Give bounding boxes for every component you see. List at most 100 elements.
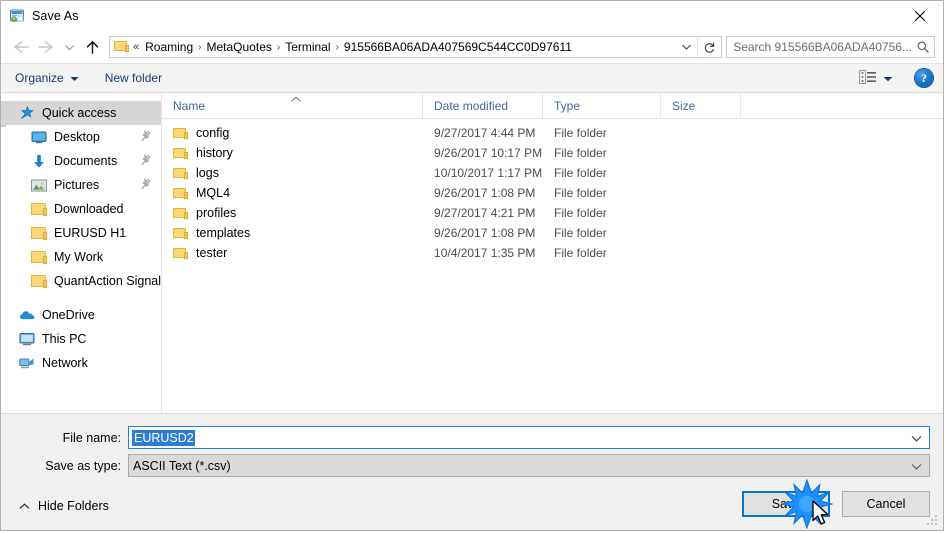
network-icon: [19, 355, 35, 371]
table-row[interactable]: MQL4 9/26/2017 1:08 PM File folder: [162, 183, 943, 203]
this-pc-icon: [19, 331, 35, 347]
sidebar-item-downloaded[interactable]: Downloaded: [1, 197, 161, 221]
file-type: File folder: [554, 246, 607, 260]
dialog-footer: File name: EURUSD2 Save as type: ASCII T…: [1, 413, 943, 530]
table-row[interactable]: profiles 9/27/2017 4:21 PM File folder: [162, 203, 943, 223]
column-label: Type: [554, 98, 581, 113]
forward-button[interactable]: [33, 34, 59, 60]
desktop-icon: [31, 129, 47, 145]
back-button[interactable]: [7, 34, 33, 60]
change-view-button[interactable]: [859, 69, 893, 87]
pin-icon[interactable]: [141, 130, 152, 145]
sidebar-label: Network: [42, 356, 88, 370]
column-header-type[interactable]: Type: [543, 93, 662, 118]
address-bar[interactable]: « Roaming › MetaQuotes › Terminal › 9155…: [109, 36, 723, 58]
file-name: history: [196, 146, 233, 160]
sidebar-item-quick-access[interactable]: Quick access: [1, 101, 162, 125]
column-header-row: Name Date modified Type Size: [162, 93, 943, 119]
new-folder-button[interactable]: New folder: [105, 71, 162, 85]
sidebar-label: This PC: [42, 332, 87, 346]
star-pin-icon: [19, 105, 35, 121]
pictures-icon: [31, 177, 47, 193]
sidebar-label: Desktop: [54, 130, 100, 144]
search-icon: [912, 40, 934, 54]
sidebar-item-pictures[interactable]: Pictures: [1, 173, 161, 197]
up-level-button[interactable]: [79, 34, 105, 60]
sidebar-item-documents[interactable]: Documents: [1, 149, 161, 173]
search-input[interactable]: Search 915566BA06ADA40756...: [727, 40, 912, 54]
cancel-button[interactable]: Cancel: [842, 491, 930, 517]
folder-icon: [173, 167, 189, 179]
breadcrumb-item-terminal[interactable]: Terminal: [281, 40, 334, 54]
hide-folders-label: Hide Folders: [38, 499, 109, 513]
sidebar-label: Quick access: [42, 106, 117, 120]
pin-icon[interactable]: [141, 154, 152, 169]
folder-icon: [173, 127, 189, 139]
file-name: config: [196, 126, 230, 140]
file-name: MQL4: [196, 186, 231, 200]
table-row[interactable]: history 9/26/2017 10:17 PM File folder: [162, 143, 943, 163]
save-as-type-label: Save as type:: [45, 458, 121, 473]
chevron-down-icon[interactable]: [911, 459, 922, 473]
column-header-name[interactable]: Name: [162, 93, 424, 118]
sidebar-item-this-pc[interactable]: This PC: [1, 327, 161, 351]
organize-button[interactable]: Organize: [15, 71, 79, 85]
pin-icon[interactable]: [141, 178, 152, 193]
folder-icon: [173, 227, 189, 239]
sidebar-item-eurusd-h1[interactable]: EURUSD H1: [1, 221, 161, 245]
breadcrumb-item-roaming[interactable]: Roaming: [141, 40, 197, 54]
table-row[interactable]: templates 9/26/2017 1:08 PM File folder: [162, 223, 943, 243]
breadcrumb-overflow[interactable]: «: [133, 41, 141, 53]
sidebar-item-network[interactable]: Network: [1, 351, 161, 375]
sidebar-item-my-work[interactable]: My Work: [1, 245, 161, 269]
file-name: logs: [196, 166, 219, 180]
command-toolbar: Organize New folder ?: [1, 63, 943, 93]
file-name: profiles: [196, 206, 237, 220]
breadcrumb-item-terminal-id[interactable]: 915566BA06ADA407569C544CC0D97611: [340, 40, 576, 54]
help-button[interactable]: ?: [915, 69, 933, 87]
column-header-date-modified[interactable]: Date modified: [423, 93, 544, 118]
save-as-type-value: ASCII Text (*.csv): [133, 458, 231, 473]
chevron-down-icon[interactable]: [911, 431, 922, 445]
folder-icon: [173, 247, 189, 259]
dialog-buttons-row: Hide Folders Save Cancel: [1, 482, 943, 530]
save-as-type-select[interactable]: ASCII Text (*.csv): [128, 454, 930, 477]
folder-icon: [31, 273, 47, 289]
organize-label: Organize: [15, 71, 64, 85]
view-layout-icon: [859, 69, 877, 87]
save-button[interactable]: Save: [742, 491, 830, 517]
column-label: Date modified: [434, 98, 509, 113]
breadcrumb-item-metaquotes[interactable]: MetaQuotes: [203, 40, 276, 54]
table-row[interactable]: tester 10/4/2017 1:35 PM File folder: [162, 243, 943, 263]
sidebar-label: OneDrive: [42, 308, 95, 322]
column-label: Name: [173, 98, 206, 113]
file-name-cell: profiles: [162, 206, 423, 220]
close-button[interactable]: [897, 1, 943, 31]
chevron-down-icon: [70, 71, 79, 85]
file-name-value: EURUSD2: [132, 429, 195, 446]
resize-grip[interactable]: [927, 515, 939, 527]
sidebar-item-quantaction-signal[interactable]: QuantAction Signal: [1, 269, 161, 293]
sidebar-item-onedrive[interactable]: OneDrive: [1, 303, 161, 327]
new-folder-label: New folder: [104, 71, 163, 85]
file-name-input[interactable]: EURUSD2: [128, 426, 930, 449]
dialog-body: Quick access Desktop Documents Pictures …: [1, 93, 943, 413]
folder-icon: [114, 40, 130, 54]
recent-locations-button[interactable]: [59, 34, 79, 60]
search-box[interactable]: Search 915566BA06ADA40756...: [726, 36, 935, 58]
column-header-size[interactable]: Size: [661, 93, 742, 118]
address-dropdown-button[interactable]: [675, 37, 697, 57]
refresh-button[interactable]: [697, 36, 721, 58]
sidebar-item-desktop[interactable]: Desktop: [1, 125, 161, 149]
table-row[interactable]: config 9/27/2017 4:44 PM File folder: [162, 123, 943, 143]
file-name-cell: history: [162, 146, 423, 160]
file-name-row: File name: EURUSD2: [1, 426, 943, 449]
save-as-type-row: Save as type: ASCII Text (*.csv): [1, 454, 943, 477]
window-title: Save As: [32, 9, 79, 23]
table-row[interactable]: logs 10/10/2017 1:17 PM File folder: [162, 163, 943, 183]
file-type: File folder: [554, 146, 607, 160]
documents-icon: [31, 153, 47, 169]
hide-folders-button[interactable]: Hide Folders: [11, 499, 109, 513]
app-icon: [9, 8, 25, 24]
sidebar-label: EURUSD H1: [54, 226, 127, 240]
